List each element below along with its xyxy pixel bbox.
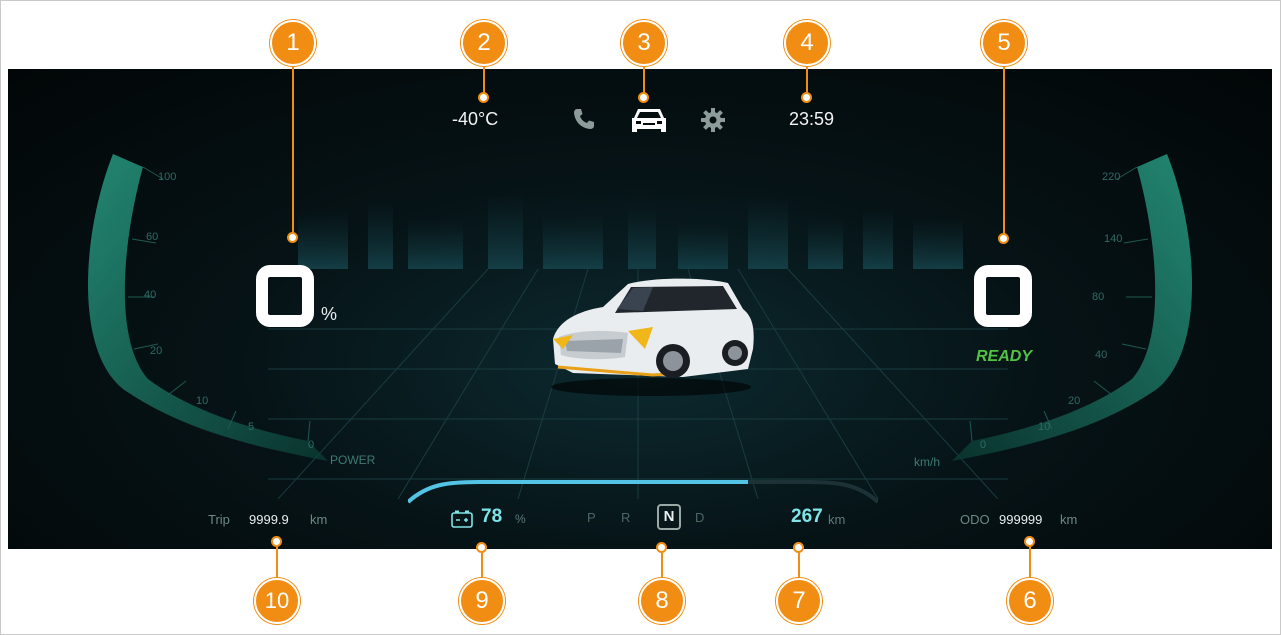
- callout-badge-6: 6: [1007, 578, 1053, 624]
- power-tick: 0: [308, 439, 315, 451]
- speed-tick: 80: [1092, 291, 1105, 303]
- callout-badge-8: 8: [639, 578, 685, 624]
- driving-range-value: 267: [791, 506, 823, 527]
- battery-soc-unit: %: [515, 512, 526, 526]
- gear-d: D: [695, 510, 705, 525]
- callout-anchor: [656, 542, 667, 553]
- callout-anchor: [1024, 536, 1035, 547]
- speed-tick: 10: [1038, 421, 1051, 433]
- outside-temperature: -40°C: [452, 109, 499, 129]
- speed-unit: km/h: [914, 455, 941, 469]
- trip-label: Trip: [208, 512, 230, 527]
- instrument-cluster: 100 60 40 20 10 5 0 POWER 220 140 80 40 …: [8, 69, 1272, 549]
- callout-anchor: [478, 92, 489, 103]
- speed-tick: 20: [1068, 395, 1081, 407]
- callout-anchor: [476, 542, 487, 553]
- callout-badge-9: 9: [459, 578, 505, 624]
- power-tick: 40: [144, 289, 157, 301]
- callout-badge-10: 10: [254, 578, 300, 624]
- power-tick: 5: [248, 421, 255, 433]
- gear-r: R: [621, 510, 631, 525]
- callout-anchor: [998, 233, 1009, 244]
- trip-value: 9999.9: [249, 512, 289, 527]
- driving-range-unit: km: [828, 512, 846, 527]
- callout-anchor: [287, 232, 298, 243]
- speed-value-display: [974, 265, 1032, 327]
- odo-value: 999999: [999, 512, 1043, 527]
- callout-badge-3: 3: [621, 20, 667, 66]
- phone-icon[interactable]: [572, 107, 596, 131]
- power-gauge: 100 60 40 20 10 5 0 POWER: [68, 149, 398, 469]
- callout-anchor: [801, 92, 812, 103]
- speed-tick: 140: [1104, 233, 1123, 245]
- vehicle-illustration: [551, 278, 754, 396]
- gear-n-selected: N: [657, 504, 681, 530]
- callout-anchor: [793, 542, 804, 553]
- callout-leader: [1003, 62, 1005, 236]
- power-gauge-arc: [88, 154, 328, 461]
- callout-badge-7: 7: [776, 578, 822, 624]
- power-value-display: [256, 265, 314, 327]
- odo-label: ODO: [960, 512, 990, 527]
- callout-anchor: [271, 536, 282, 547]
- callout-leader: [806, 62, 808, 96]
- speed-tick: 0: [980, 439, 987, 451]
- callout-badge-5: 5: [981, 20, 1027, 66]
- power-tick: 60: [146, 231, 159, 243]
- callout-anchor: [638, 92, 649, 103]
- speed-tick: 220: [1102, 171, 1121, 183]
- callout-badge-4: 4: [784, 20, 830, 66]
- power-label: POWER: [330, 453, 376, 467]
- car-icon[interactable]: [630, 105, 668, 135]
- gear-icon[interactable]: [700, 107, 726, 133]
- power-tick: 100: [158, 171, 177, 183]
- power-tick: 20: [150, 345, 163, 357]
- callout-leader: [643, 62, 645, 96]
- power-unit: %: [321, 304, 338, 324]
- battery-soc-value: 78: [481, 506, 503, 527]
- battery-icon: [451, 510, 473, 528]
- callout-badge-1: 1: [270, 20, 316, 66]
- callout-leader: [292, 62, 294, 236]
- clock: 23:59: [789, 109, 835, 129]
- callout-badge-2: 2: [461, 20, 507, 66]
- speed-gauge: 220 140 80 40 20 10 0 km/h: [882, 149, 1212, 469]
- trip-unit: km: [310, 512, 328, 527]
- odo-unit: km: [1060, 512, 1078, 527]
- power-tick: 10: [196, 395, 209, 407]
- energy-progress-bar: [408, 480, 878, 504]
- callout-leader: [483, 62, 485, 96]
- ready-status: READY: [976, 348, 1033, 365]
- gear-p: P: [587, 510, 596, 525]
- speed-tick: 40: [1095, 349, 1108, 361]
